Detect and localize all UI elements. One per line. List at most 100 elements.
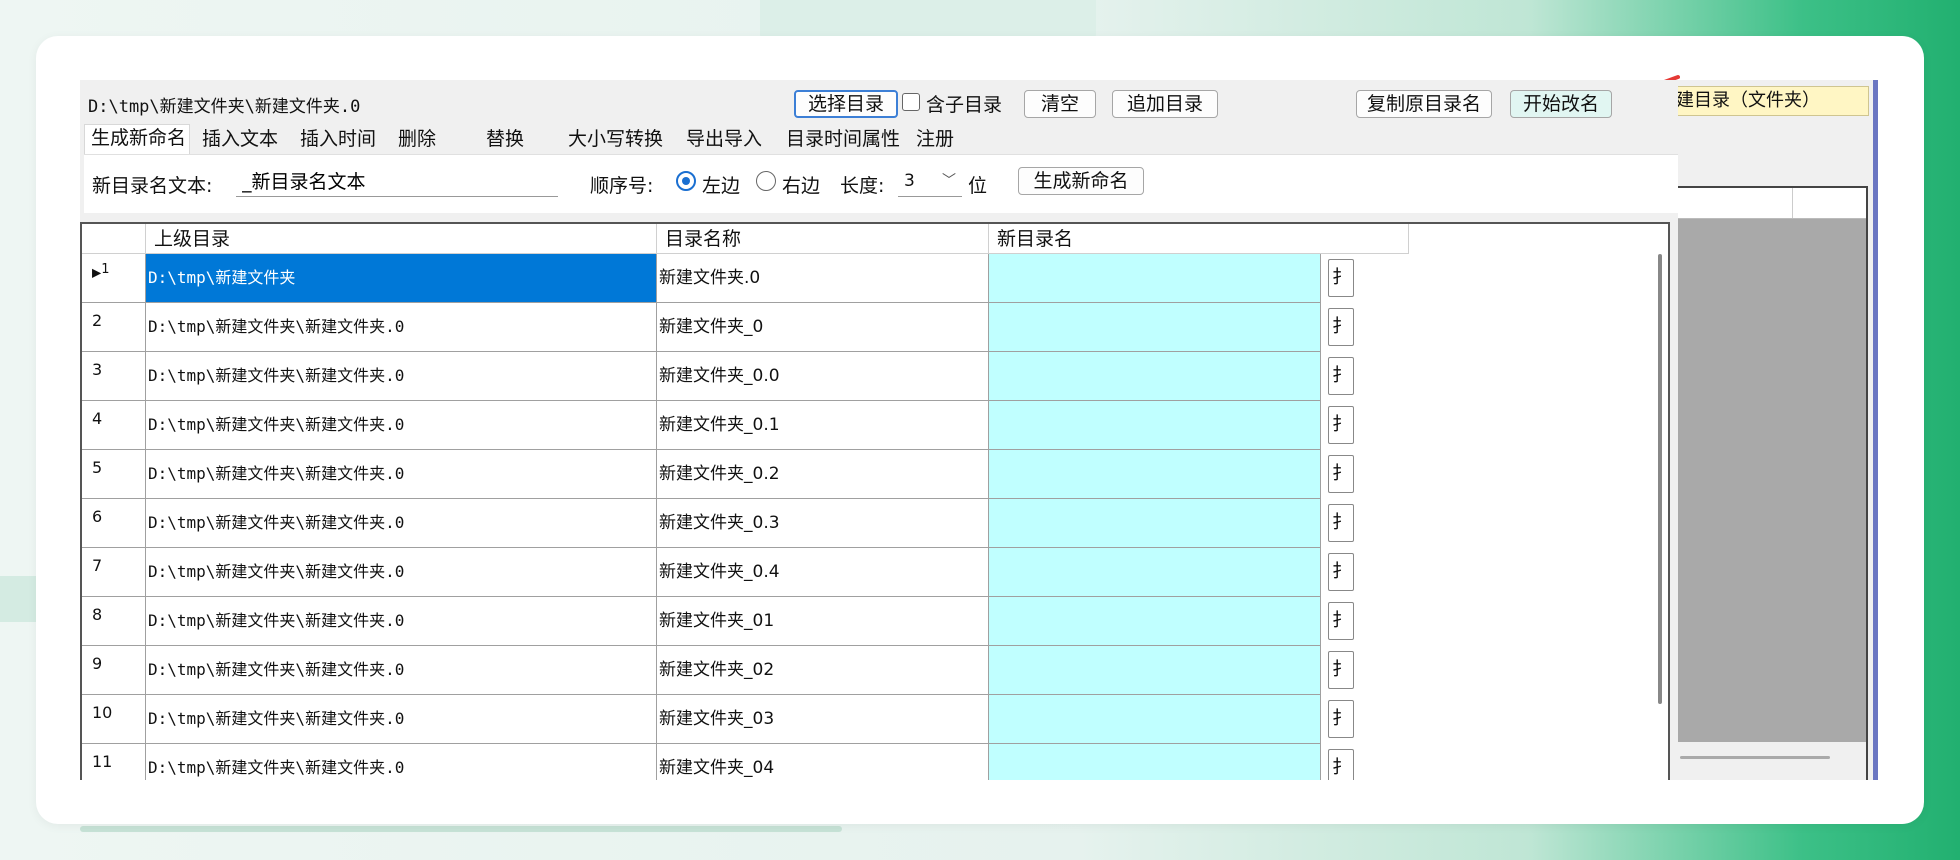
background-strip xyxy=(0,576,40,622)
cell-parent-dir[interactable]: D:\tmp\新建文件夹\新建文件夹.0 xyxy=(146,401,657,450)
row-index: 11 xyxy=(82,744,146,780)
grid-header-parent[interactable]: 上级目录 xyxy=(146,224,657,254)
table-row[interactable]: 3 D:\tmp\新建文件夹\新建文件夹.0 新建文件夹_0.0 扌 xyxy=(82,352,1668,401)
row-action-button[interactable]: 扌 xyxy=(1328,651,1354,689)
cell-parent-dir[interactable]: D:\tmp\新建文件夹\新建文件夹.0 xyxy=(146,499,657,548)
cell-dir-name[interactable]: 新建文件夹_04 xyxy=(657,744,989,780)
tab-delete[interactable]: 删除 xyxy=(392,126,462,154)
cell-dir-name[interactable]: 新建文件夹_0.0 xyxy=(657,352,989,401)
background-scrollbar[interactable] xyxy=(1678,742,1866,780)
copy-name-button[interactable]: 复制原目录名 xyxy=(1356,90,1492,118)
cell-parent-dir[interactable]: D:\tmp\新建文件夹\新建文件夹.0 xyxy=(146,450,657,499)
seq-label: 顺序号: xyxy=(590,175,654,197)
row-number: 11 xyxy=(92,752,113,771)
right-radio[interactable] xyxy=(756,171,776,191)
cell-parent-dir[interactable]: D:\tmp\新建文件夹\新建文件夹.0 xyxy=(146,303,657,352)
cell-dir-name[interactable]: 新建文件夹_0.2 xyxy=(657,450,989,499)
generate-name-panel: 新目录名文本: 顺序号: 左边 右边 长度: 3 ﹀ 位 生成新命名 xyxy=(84,154,1678,213)
row-action-button[interactable]: 扌 xyxy=(1328,308,1354,346)
tab-insert-time[interactable]: 插入时间 xyxy=(294,126,390,154)
row-number: 6 xyxy=(92,507,103,526)
cell-new-name[interactable] xyxy=(989,254,1321,303)
cell-dir-name[interactable]: 新建文件夹_0 xyxy=(657,303,989,352)
cell-parent-dir[interactable]: D:\tmp\新建文件夹\新建文件夹.0 xyxy=(146,744,657,780)
tab-insert-text[interactable]: 插入文本 xyxy=(196,126,292,154)
row-index: 3 xyxy=(82,352,146,401)
tab-register[interactable]: 注册 xyxy=(910,126,972,154)
tab-export-import[interactable]: 导出导入 xyxy=(680,126,778,154)
cell-parent-dir[interactable]: D:\tmp\新建文件夹\新建文件夹.0 xyxy=(146,695,657,744)
cell-new-name[interactable] xyxy=(989,744,1321,780)
table-row[interactable]: ▶1 D:\tmp\新建文件夹 新建文件夹.0 扌 xyxy=(82,254,1668,303)
cell-dir-name[interactable]: 新建文件夹_03 xyxy=(657,695,989,744)
directory-grid: 上级目录 目录名称 新目录名 ▶1 D:\tmp\新建文件夹 新建文件夹.0 扌 2 D:… xyxy=(80,222,1670,780)
row-action-button[interactable]: 扌 xyxy=(1328,357,1354,395)
length-select[interactable]: 3 ﹀ xyxy=(898,165,962,197)
row-index: 2 xyxy=(82,303,146,352)
grid-vertical-scrollbar[interactable] xyxy=(1658,254,1662,704)
cell-new-name[interactable] xyxy=(989,450,1321,499)
cell-new-name[interactable] xyxy=(989,548,1321,597)
new-name-label: 新目录名文本: xyxy=(92,175,213,197)
table-row[interactable]: 10 D:\tmp\新建文件夹\新建文件夹.0 新建文件夹_03 扌 xyxy=(82,695,1668,744)
table-row[interactable]: 7 D:\tmp\新建文件夹\新建文件夹.0 新建文件夹_0.4 扌 xyxy=(82,548,1668,597)
cell-parent-dir[interactable]: D:\tmp\新建文件夹\新建文件夹.0 xyxy=(146,646,657,695)
cell-new-name[interactable] xyxy=(989,352,1321,401)
row-number: 10 xyxy=(92,703,113,722)
table-row[interactable]: 9 D:\tmp\新建文件夹\新建文件夹.0 新建文件夹_02 扌 xyxy=(82,646,1668,695)
cell-dir-name[interactable]: 新建文件夹_0.1 xyxy=(657,401,989,450)
table-row[interactable]: 6 D:\tmp\新建文件夹\新建文件夹.0 新建文件夹_0.3 扌 xyxy=(82,499,1668,548)
grid-header-name[interactable]: 目录名称 xyxy=(657,224,989,254)
tab-dir-time-attr[interactable]: 目录时间属性 xyxy=(780,126,906,154)
cell-dir-name[interactable]: 新建文件夹_01 xyxy=(657,597,989,646)
row-action-button[interactable]: 扌 xyxy=(1328,455,1354,493)
cell-parent-dir[interactable]: D:\tmp\新建文件夹\新建文件夹.0 xyxy=(146,352,657,401)
cell-parent-dir[interactable]: D:\tmp\新建文件夹 xyxy=(146,254,657,303)
cell-new-name[interactable] xyxy=(989,499,1321,548)
tab-case-convert[interactable]: 大小写转换 xyxy=(562,126,678,154)
cell-new-name[interactable] xyxy=(989,303,1321,352)
row-action-button[interactable]: 扌 xyxy=(1328,504,1354,542)
row-action-button[interactable]: 扌 xyxy=(1328,602,1354,640)
include-sub-checkbox[interactable] xyxy=(902,93,920,111)
cell-parent-dir[interactable]: D:\tmp\新建文件夹\新建文件夹.0 xyxy=(146,548,657,597)
table-row[interactable]: 8 D:\tmp\新建文件夹\新建文件夹.0 新建文件夹_01 扌 xyxy=(82,597,1668,646)
row-number: 1 xyxy=(101,262,110,277)
generate-name-button[interactable]: 生成新命名 xyxy=(1018,167,1144,195)
cell-dir-name[interactable]: 新建文件夹_0.3 xyxy=(657,499,989,548)
start-rename-button[interactable]: 开始改名 xyxy=(1510,90,1612,118)
append-dir-button[interactable]: 追加目录 xyxy=(1112,90,1218,118)
grid-header-index xyxy=(82,224,146,254)
select-dir-button[interactable]: 选择目录 xyxy=(794,90,898,118)
row-action-button[interactable]: 扌 xyxy=(1328,553,1354,591)
tab-replace[interactable]: 替换 xyxy=(480,126,556,154)
row-action-button[interactable]: 扌 xyxy=(1328,406,1354,444)
grid-header-new-name[interactable]: 新目录名 xyxy=(989,224,1409,254)
cell-new-name[interactable] xyxy=(989,646,1321,695)
row-action-button[interactable]: 扌 xyxy=(1328,700,1354,738)
background-window: 创建目录（文件夹） xyxy=(1678,80,1878,780)
cell-dir-name[interactable]: 新建文件夹_02 xyxy=(657,646,989,695)
table-row[interactable]: 5 D:\tmp\新建文件夹\新建文件夹.0 新建文件夹_0.2 扌 xyxy=(82,450,1668,499)
cell-new-name[interactable] xyxy=(989,401,1321,450)
row-action-button[interactable]: 扌 xyxy=(1328,749,1354,780)
clear-button[interactable]: 清空 xyxy=(1024,90,1096,118)
cell-dir-name[interactable]: 新建文件夹.0 xyxy=(657,254,989,303)
new-name-input[interactable] xyxy=(236,165,558,197)
left-label: 左边 xyxy=(702,175,741,197)
cell-dir-name[interactable]: 新建文件夹_0.4 xyxy=(657,548,989,597)
table-row[interactable]: 11 D:\tmp\新建文件夹\新建文件夹.0 新建文件夹_04 扌 xyxy=(82,744,1668,780)
left-radio[interactable] xyxy=(676,171,696,191)
table-row[interactable]: 4 D:\tmp\新建文件夹\新建文件夹.0 新建文件夹_0.1 扌 xyxy=(82,401,1668,450)
current-path: D:\tmp\新建文件夹\新建文件夹.0 xyxy=(88,97,361,117)
cell-new-name[interactable] xyxy=(989,597,1321,646)
rename-window: D:\tmp\新建文件夹\新建文件夹.0 选择目录 含子目录 清空 追加目录 复… xyxy=(80,80,1678,780)
create-dir-button[interactable]: 创建目录（文件夹） xyxy=(1678,86,1869,116)
cell-new-name[interactable] xyxy=(989,695,1321,744)
length-label: 长度: xyxy=(840,175,885,197)
row-action-button[interactable]: 扌 xyxy=(1328,259,1354,297)
cell-parent-dir[interactable]: D:\tmp\新建文件夹\新建文件夹.0 xyxy=(146,597,657,646)
table-row[interactable]: 2 D:\tmp\新建文件夹\新建文件夹.0 新建文件夹_0 扌 xyxy=(82,303,1668,352)
row-number: 5 xyxy=(92,458,103,477)
tab-generate-name[interactable]: 生成新命名 xyxy=(84,124,190,156)
